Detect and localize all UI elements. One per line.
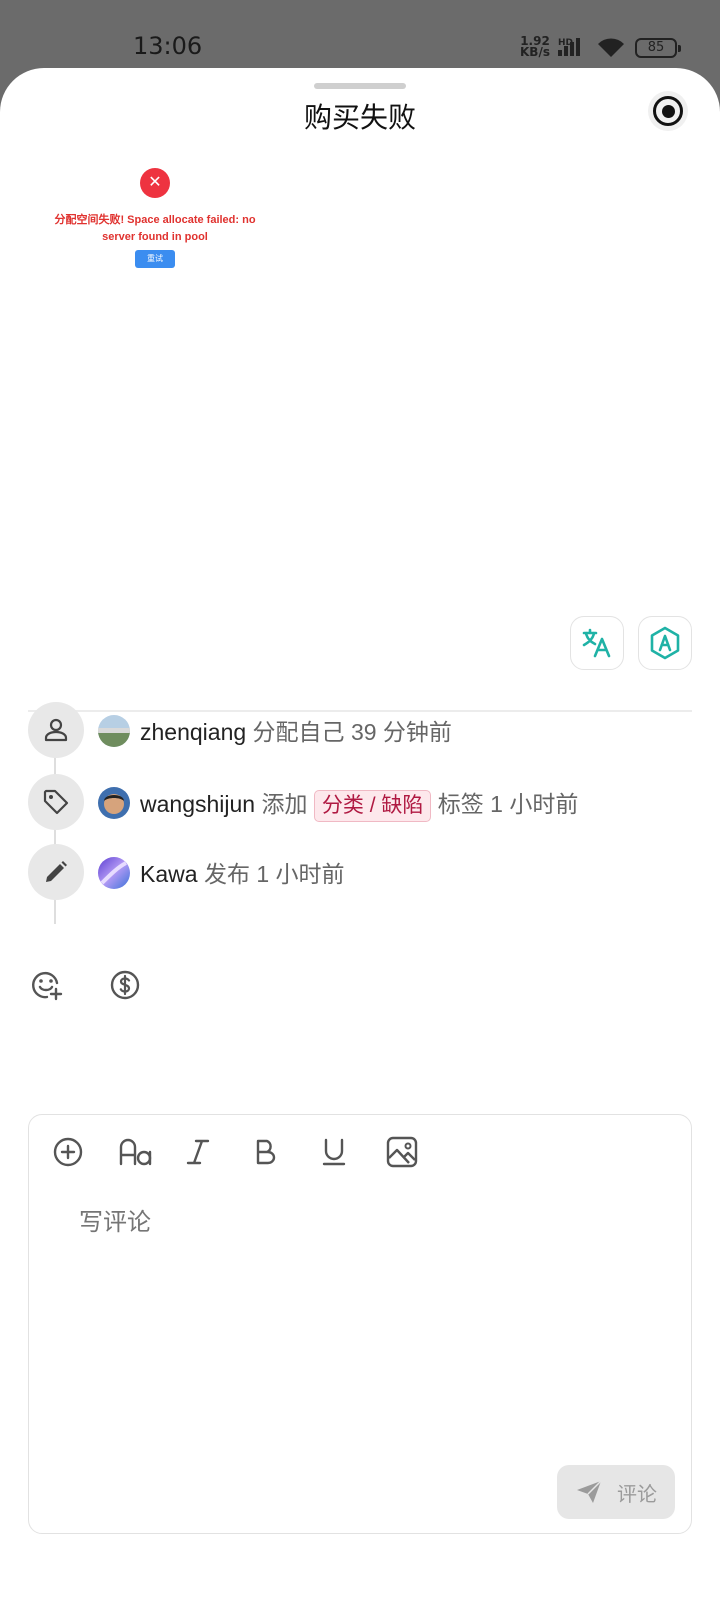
send-icon [577,1480,602,1503]
add-icon [53,1137,83,1167]
bottom-sheet: 购买失败 ✕ 分配空间失败! Space allocate failed: no… [0,68,720,1600]
activity-item: wangshijun 添加 分类 / 缺陷 标签 1 小时前 [28,774,708,830]
add-emoji-icon [32,971,63,1001]
ai-assistant-button[interactable] [638,616,692,670]
activity-text: Kawa 发布 1 小时前 [140,855,345,889]
dollar-icon [110,970,140,1000]
record-icon [653,96,683,126]
error-message: 分配空间失败! Space allocate failed: no server… [54,214,256,243]
image-icon [386,1136,418,1168]
translate-icon [582,628,611,658]
bold-button[interactable] [247,1133,285,1171]
status-bar: 13:06 1.92 KB/s HD 85 [0,0,720,68]
activity-time: 1 小时前 [490,791,579,817]
retry-button: 重试 [135,250,175,268]
translate-button[interactable] [570,616,624,670]
network-speed-unit: KB/s [520,45,550,59]
reward-button[interactable] [108,968,142,1007]
activity-item: Kawa 发布 1 小时前 [28,844,708,900]
font-size-button[interactable] [116,1133,156,1171]
tag-chip[interactable]: 分类 / 缺陷 [313,790,432,822]
add-emoji-button[interactable] [30,968,64,1007]
activity-action: 发布 [203,861,250,887]
status-time: 13:06 [133,32,203,60]
avatar[interactable] [98,715,130,747]
drag-handle[interactable] [314,83,406,89]
battery-indicator: 85 [635,38,681,58]
italic-button[interactable] [179,1133,217,1171]
activity-time: 39 分钟前 [350,719,452,745]
activity-user[interactable]: zhenqiang [140,719,246,745]
activity-user[interactable]: wangshijun [140,791,255,817]
insert-button[interactable] [49,1133,87,1171]
person-icon [28,702,84,758]
activity-action: 分配自己 [252,719,345,745]
avatar[interactable] [98,857,130,889]
activity-item: zhenqiang 分配自己 39 分钟前 [28,702,708,758]
activity-text: wangshijun 添加 分类 / 缺陷 标签 1 小时前 [140,785,578,822]
font-size-icon [119,1138,152,1166]
submit-comment-button[interactable]: 评论 [557,1465,675,1519]
pencil-icon [28,844,84,900]
avatar[interactable] [98,787,130,819]
bold-icon [256,1139,276,1165]
network-speed: 1.92 KB/s [520,35,550,59]
comment-editor: 评论 [28,1114,692,1534]
record-button[interactable] [648,91,688,131]
signal-icon [558,38,580,56]
underline-button[interactable] [315,1133,353,1171]
activity-action: 添加 [261,791,308,817]
comment-input[interactable] [79,1209,639,1237]
insert-image-button[interactable] [383,1133,421,1171]
activity-text: zhenqiang 分配自己 39 分钟前 [140,713,452,747]
wifi-icon [598,38,624,57]
hexagon-a-icon [650,626,680,660]
activity-time: 1 小时前 [256,861,345,887]
underline-icon [322,1138,346,1166]
submit-label: 评论 [617,1483,657,1506]
activity-user[interactable]: Kawa [140,861,198,887]
tag-icon [28,774,84,830]
error-x-icon: ✕ [140,168,170,198]
italic-icon [186,1139,210,1165]
page-title: 购买失败 [303,102,416,133]
activity-suffix: 标签 [437,791,484,817]
error-preview-image: ✕ 分配空间失败! Space allocate failed: no serv… [50,168,260,278]
